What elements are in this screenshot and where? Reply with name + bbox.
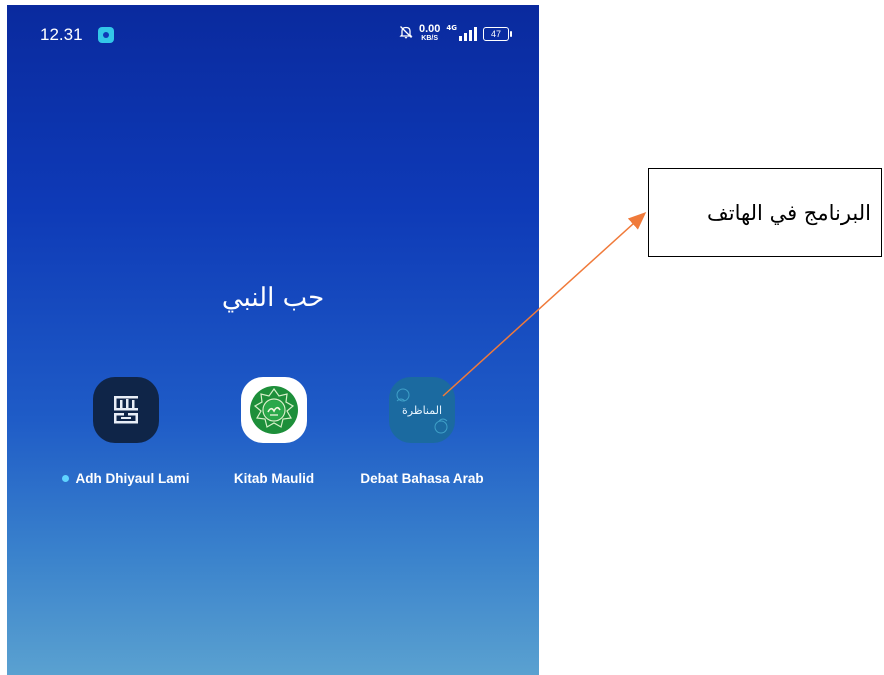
adh-dhiyaul-lami-app-icon[interactable] [93,377,159,443]
app-label: Kitab Maulid [234,471,314,486]
status-bar: 12.31 0.00 KB/S 4G 47 [7,5,539,65]
app-label: Debat Bahasa Arab [360,471,483,486]
app-label-text: Adh Dhiyaul Lami [75,471,190,486]
status-indicators: 0.00 KB/S 4G 47 [399,21,512,47]
new-app-dot-icon [62,475,70,482]
folder-title: حب النبي [221,283,325,313]
debat-icon-text: المناظرة [401,403,443,417]
app-label: Adh Dhiyaul Lami [62,471,190,486]
status-time: 12.31 [40,25,83,44]
signal-strength-icon [459,27,477,41]
app-label-text: Debat Bahasa Arab [360,471,484,486]
phone-screenshot: 12.31 0.00 KB/S 4G 47 حب النبي Adh Dhiya… [7,5,539,675]
network-speed-unit: KB/S [421,35,439,42]
bell-off-icon [399,25,413,43]
debat-bahasa-arab-app-icon[interactable]: المناظرة [389,377,455,443]
page: 12.31 0.00 KB/S 4G 47 حب النبي Adh Dhiya… [0,0,884,675]
app-label-text: Kitab Maulid [233,471,315,486]
network-type: 4G [446,24,457,32]
battery-icon: 47 [483,27,512,41]
app-debat-bahasa-arab[interactable]: المناظرة Debat Bahasa Arab [347,377,497,486]
network-speed: 0.00 KB/S [418,23,441,43]
callout-box: البرنامج في الهاتف [648,168,882,257]
notification-app-icon [98,27,114,43]
network-speed-value: 0.00 [418,23,441,35]
app-kitab-maulid[interactable]: Kitab Maulid [199,377,349,486]
callout-text: البرنامج في الهاتف [707,201,871,225]
app-adh-dhiyaul-lami[interactable]: Adh Dhiyaul Lami [51,377,201,486]
kitab-maulid-app-icon[interactable] [241,377,307,443]
